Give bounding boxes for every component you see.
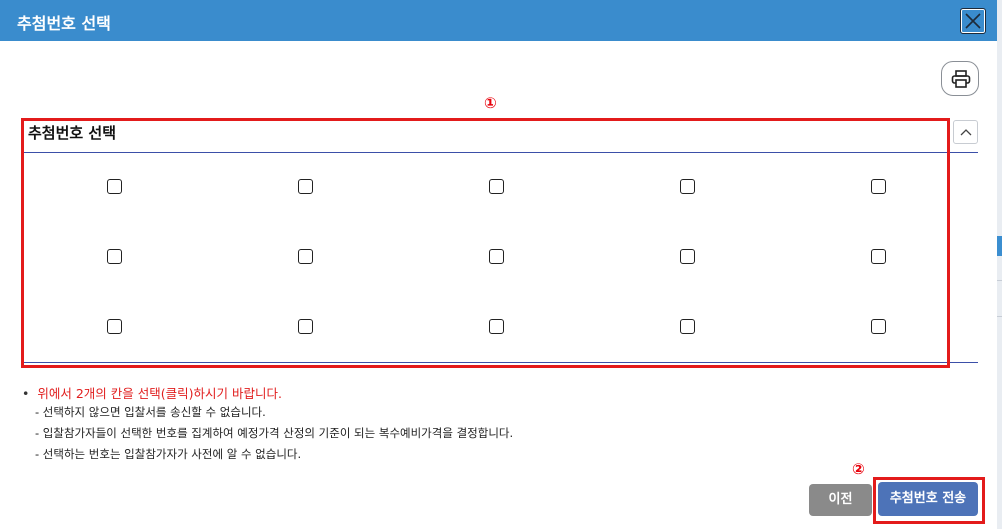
lottery-number-dialog: 추첨번호 선택 ① 추첨번호 선택 • 위에서 2개의 칸을 선택(클릭)하시기… [0,0,997,529]
instruction-notes: • 위에서 2개의 칸을 선택(클릭)하시기 바랍니다. - 선택하지 않으면 입… [22,386,513,464]
close-icon [965,13,981,29]
collapse-button[interactable] [953,120,978,144]
bullet-glyph: • [22,386,30,401]
dialog-titlebar: 추첨번호 선택 [0,0,997,41]
annotation-marker-1: ① [484,94,497,112]
print-button[interactable] [941,61,979,96]
background-page-accent [997,236,1002,256]
instruction-main-text: 위에서 2개의 칸을 선택(클릭)하시기 바랍니다. [37,386,282,401]
instruction-sub: - 선택하지 않으면 입찰서를 송신할 수 없습니다. [35,405,266,419]
annotation-highlight-2 [873,477,985,524]
instruction-main: • 위에서 2개의 칸을 선택(클릭)하시기 바랍니다. [22,386,513,402]
background-page-divider [997,280,1002,281]
previous-button[interactable]: 이전 [809,484,872,516]
annotation-highlight-1 [21,118,950,368]
printer-icon [951,70,971,88]
dialog-title: 추첨번호 선택 [17,14,111,33]
background-page-edge [997,0,1002,529]
close-button[interactable] [960,8,986,34]
chevron-up-icon [960,129,972,136]
annotation-marker-2: ② [852,460,865,478]
instruction-sub: - 선택하는 번호는 입찰참가자가 사전에 알 수 없습니다. [35,447,302,461]
instruction-sub: - 입찰참가자들이 선택한 번호를 집계하여 예정가격 산정의 기준이 되는 복… [35,426,514,440]
background-page-divider [997,316,1002,317]
